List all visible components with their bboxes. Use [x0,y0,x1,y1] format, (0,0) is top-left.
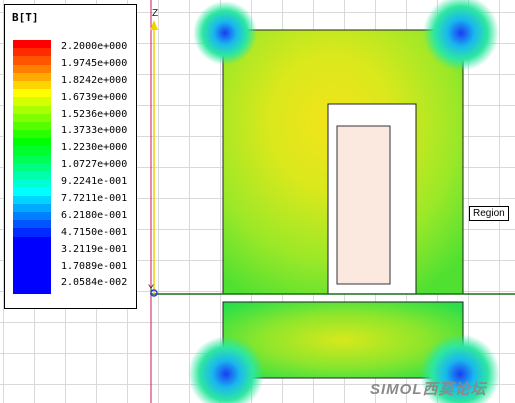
legend-swatch [13,121,51,131]
legend-label: 9.2241e-001 [61,176,128,188]
legend-swatch [13,72,51,81]
z-axis-label: Z [152,8,159,19]
legend-swatch [13,285,51,294]
legend-swatch [13,277,51,286]
legend-label: 1.9745e+000 [61,57,128,69]
legend-swatch [13,113,51,122]
legend-label: 1.6739e+000 [61,91,128,103]
legend-swatch [13,244,51,253]
legend-swatch [13,64,51,73]
legend-swatch [13,187,51,196]
legend-swatch [13,228,51,237]
legend-label: 2.0584e-002 [61,277,128,289]
legend-label: 1.7089e-001 [61,260,128,272]
legend-label: 6.2180e-001 [61,209,128,221]
legend-swatch [13,162,51,171]
legend-label: 1.8242e+000 [61,74,128,86]
legend-swatch [13,236,51,245]
legend-label: 2.2000e+000 [61,41,128,52]
legend-swatch [13,89,51,98]
legend-swatch [13,40,51,49]
legend-swatch [13,179,51,188]
legend-swatch [13,130,51,139]
y-axis-label: Y [148,283,155,293]
legend-swatch [13,146,51,155]
legend-label: 1.2230e+000 [61,142,128,154]
legend-swatch [13,105,51,114]
coil-region[interactable] [336,125,391,285]
region-tooltip: Region [469,206,509,221]
legend-swatch [13,97,51,106]
legend-swatch [13,252,51,262]
legend-title: B[T] [12,11,39,24]
legend-label: 4.7150e-001 [61,226,128,238]
legend-swatch [13,195,51,204]
legend-swatch [13,211,51,221]
legend-swatch [13,56,51,65]
legend-label: 1.5236e+000 [61,108,128,120]
legend-swatch [13,261,51,270]
corner-spot-tl [193,1,257,65]
legend-label: 1.3733e+000 [61,125,128,137]
legend-swatch [13,138,51,147]
3d-viewport[interactable]: Z Y B[T] 2.2000e+000 1.9745e+000 1.8242e+0… [0,0,515,403]
legend-swatch [13,48,51,57]
legend-swatch [13,80,51,90]
legend-labels: 2.2000e+000 1.9745e+000 1.8242e+000 1.6739e… [61,39,137,292]
legend-label: 3.2119e-001 [61,243,128,255]
watermark: SIMOL西莫论坛 [370,381,487,398]
legend-swatch [13,171,51,180]
legend-swatch [13,154,51,163]
legend-color-bar [13,40,51,294]
legend-label: 7.7211e-001 [61,193,128,205]
field-legend[interactable]: B[T] 2.2000e+000 1.9745e+000 1.8242e+000 1.… [4,4,137,309]
legend-swatch [13,269,51,278]
legend-label: 1.0727e+000 [61,159,128,171]
legend-swatch [13,220,51,229]
legend-swatch [13,203,51,212]
